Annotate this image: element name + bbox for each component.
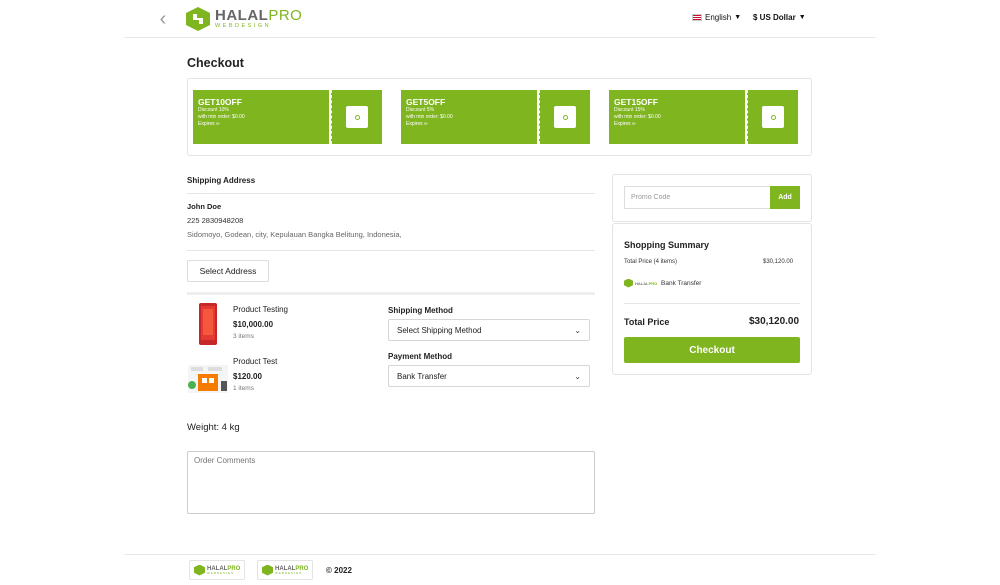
product-name[interactable]: Product Testing: [233, 305, 288, 314]
copy-coupon-button[interactable]: [554, 106, 576, 128]
coupon-expires: Expires ∞: [198, 121, 220, 127]
phone-product-image[interactable]: [196, 303, 220, 345]
promo-code-input[interactable]: [624, 186, 771, 209]
brand-logo[interactable]: HALALPRO WEBDESIGN: [186, 6, 302, 32]
currency-selector[interactable]: $ US Dollar ▼: [753, 13, 806, 22]
weight-text: Weight: 4 kg: [187, 422, 240, 433]
divider: [187, 250, 595, 251]
product-price: $10,000.00: [233, 320, 274, 329]
summary-title: Shopping Summary: [624, 240, 710, 250]
copy-icon: [770, 114, 776, 120]
shipping-method-value: Select Shipping Method: [397, 325, 482, 335]
payment-method-label: Payment Method: [388, 352, 453, 361]
recipient-address: Sidomoyo, Godean, city, Kepulauan Bangka…: [187, 230, 402, 239]
copy-icon: [562, 114, 568, 120]
web-product-image[interactable]: [188, 365, 228, 393]
brand-accent: PRO: [268, 7, 303, 25]
shipping-method-select[interactable]: Select Shipping Method ⌄: [388, 319, 590, 341]
chevron-down-icon: ⌄: [574, 325, 581, 335]
logo-icon: [194, 564, 205, 576]
coupon-panel: GET10OFF Discount 10% with min order: $0…: [187, 78, 812, 156]
caret-down-icon: ▼: [734, 14, 742, 21]
back-chevron-icon[interactable]: ‹: [156, 8, 170, 30]
payment-logo: HALALPRO: [624, 278, 658, 288]
coupon-min-order: with min order: $0.00: [614, 114, 661, 120]
coupon-card[interactable]: GET10OFF Discount 10% with min order: $0…: [190, 90, 385, 144]
brand-tagline: WEBDESIGN: [215, 23, 272, 30]
logo-icon: [624, 278, 633, 288]
section-divider: [187, 292, 595, 295]
coupon-expires: Expires ∞: [406, 121, 428, 127]
select-address-button[interactable]: Select Address: [187, 260, 269, 282]
coupon-min-order: with min order: $0.00: [198, 114, 245, 120]
add-promo-button[interactable]: Add: [770, 186, 800, 209]
copy-icon: [354, 114, 360, 120]
coupon-min-order: with min order: $0.00: [406, 114, 453, 120]
header-divider: [124, 37, 876, 38]
coupon-discount: Discount 5%: [406, 107, 435, 113]
logo-icon: [262, 564, 273, 576]
grand-total-label: Total Price: [624, 317, 670, 327]
footer-divider: [124, 554, 876, 555]
coupon-card[interactable]: GET5OFF Discount 5% with min order: $0.0…: [398, 90, 593, 144]
coupon-code: GET10OFF: [198, 97, 242, 107]
copyright: © 2022: [326, 566, 352, 575]
payment-method-summary: Bank Transfer: [661, 280, 702, 287]
language-selector[interactable]: English ▼: [692, 13, 741, 22]
copy-coupon-button[interactable]: [346, 106, 368, 128]
product-price: $120.00: [233, 372, 262, 381]
product-name[interactable]: Product Test: [233, 357, 277, 366]
coupon-discount: Discount 15%: [614, 107, 645, 113]
footer-logo[interactable]: HALALPRO WEBDESIGN: [257, 560, 313, 580]
language-label: English: [705, 13, 732, 22]
recipient-phone: 225 2830948208: [187, 216, 244, 225]
product-qty: 3 items: [233, 333, 254, 340]
order-comments-input[interactable]: [187, 451, 595, 514]
coupon-code: GET5OFF: [406, 97, 446, 107]
payment-method-select[interactable]: Bank Transfer ⌄: [388, 365, 590, 387]
grand-total-value: $30,120.00: [749, 316, 800, 327]
total-price-value: $30,120.00: [763, 259, 794, 265]
coupon-code: GET15OFF: [614, 97, 658, 107]
brand-main: HALAL: [215, 7, 269, 25]
recipient-name: John Doe: [187, 202, 222, 211]
chevron-down-icon: ⌄: [574, 371, 581, 381]
coupon-expires: Expires ∞: [614, 121, 636, 127]
flag-icon: [692, 14, 702, 21]
page-title: Checkout: [187, 56, 244, 70]
divider: [624, 303, 800, 304]
checkout-button[interactable]: Checkout: [624, 337, 800, 363]
coupon-discount: Discount 10%: [198, 107, 229, 113]
payment-method-value: Bank Transfer: [397, 371, 447, 381]
logo-icon: [186, 7, 210, 31]
copy-coupon-button[interactable]: [762, 106, 784, 128]
total-price-label: Total Price (4 items): [624, 259, 678, 265]
shipping-address-title: Shipping Address: [187, 176, 256, 185]
divider: [187, 193, 595, 194]
coupon-card[interactable]: GET15OFF Discount 15% with min order: $0…: [606, 90, 801, 144]
product-qty: 1 items: [233, 385, 254, 392]
shipping-method-label: Shipping Method: [388, 306, 453, 315]
footer-logo[interactable]: HALALPRO WEBDESIGN: [189, 560, 245, 580]
currency-label: $ US Dollar: [753, 13, 796, 22]
caret-down-icon: ▼: [798, 14, 806, 21]
